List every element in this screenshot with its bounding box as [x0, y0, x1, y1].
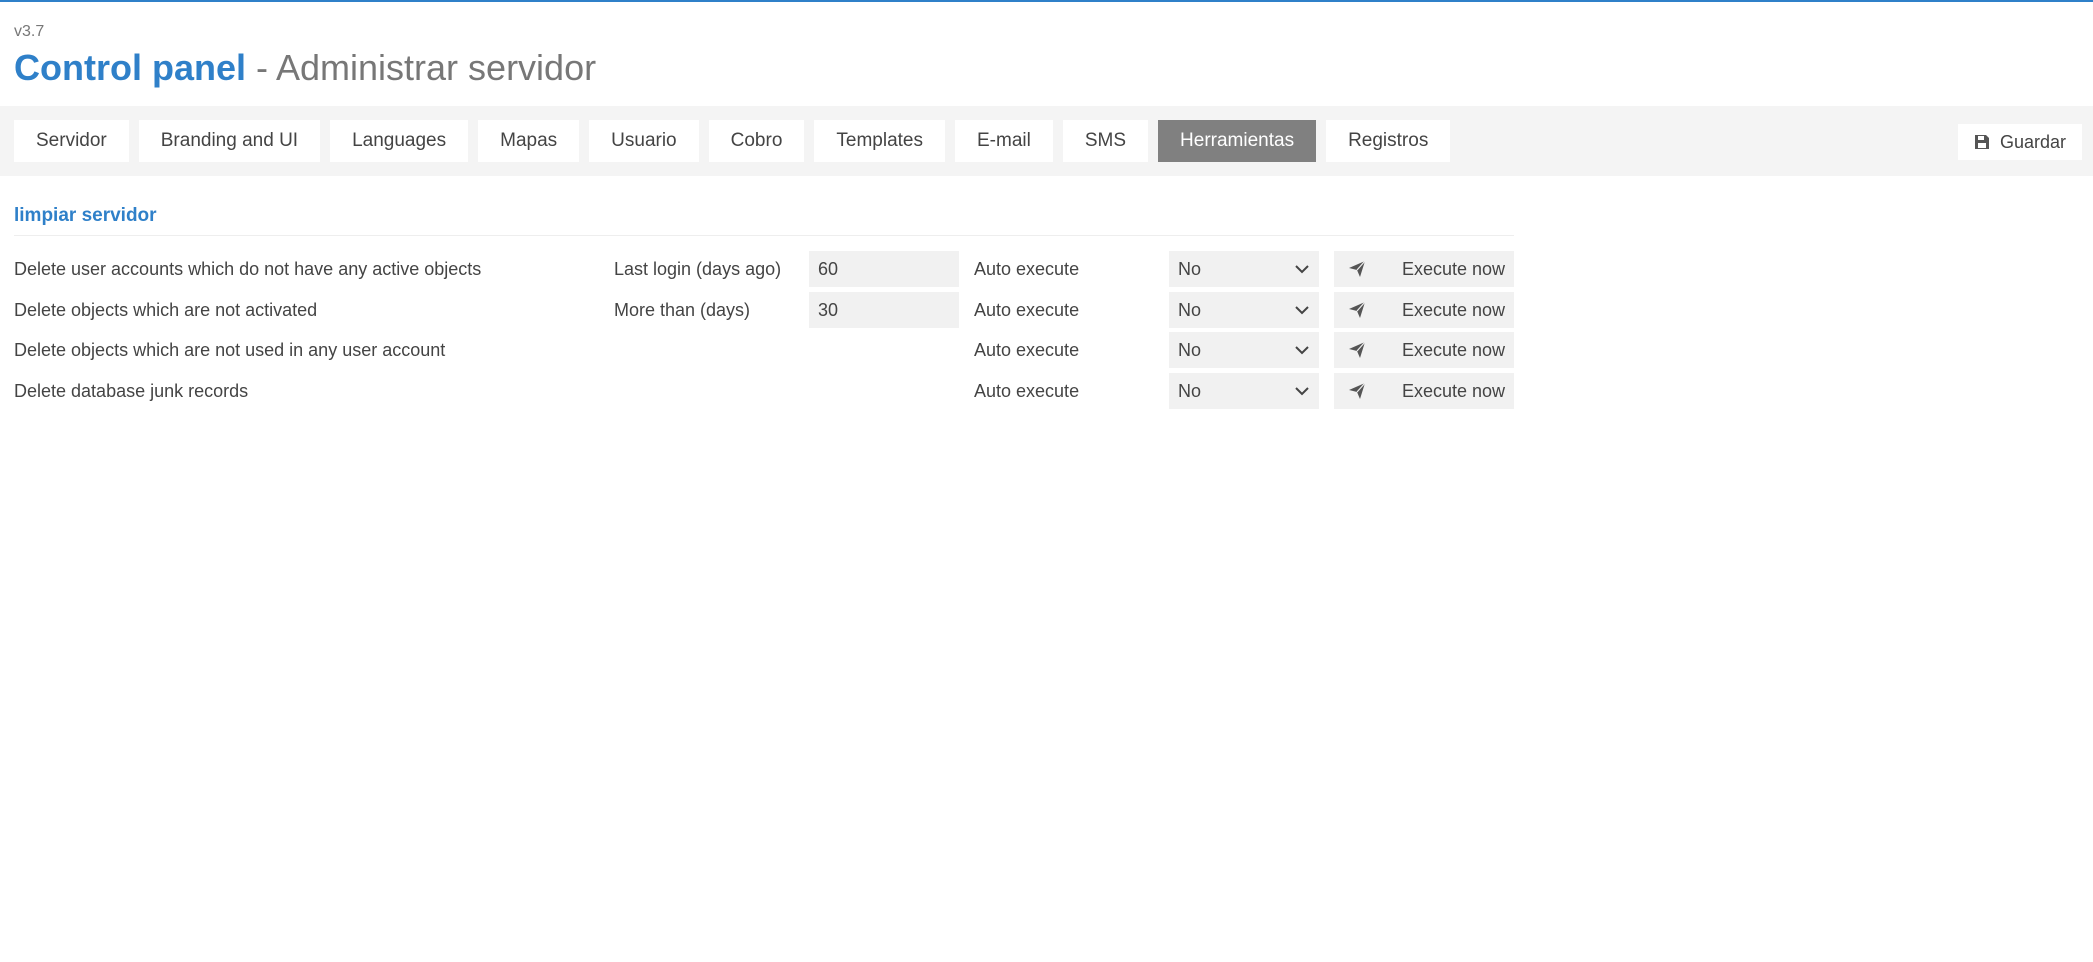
cleanup-row-unused-objects: Delete objects which are not used in any…	[14, 332, 1514, 368]
tab-languages[interactable]: Languages	[330, 120, 469, 162]
cleanup-row-junk-records: Delete database junk records Auto execut…	[14, 373, 1514, 409]
paper-plane-icon	[1349, 301, 1366, 318]
page-header: v3.7 Control panel - Administrar servido…	[14, 22, 596, 90]
auto-execute-select[interactable]: No	[1169, 292, 1319, 328]
save-button-label: Guardar	[1999, 131, 2066, 152]
auto-execute-label: Auto execute	[974, 300, 1080, 320]
auto-execute-value: No	[1178, 339, 1202, 360]
auto-execute-select[interactable]: No	[1169, 373, 1319, 409]
paper-plane-icon	[1349, 341, 1366, 358]
chevron-down-icon	[1295, 346, 1309, 355]
row-param-label: Last login (days ago)	[614, 259, 782, 279]
execute-now-label: Execute now	[1402, 299, 1506, 320]
cleanup-row-unactivated-objects: Delete objects which are not activated M…	[14, 292, 1514, 328]
tab-cobro[interactable]: Cobro	[708, 120, 805, 162]
chevron-down-icon	[1295, 306, 1309, 315]
top-accent-line	[0, 0, 2093, 2]
section-divider	[14, 235, 1514, 236]
floppy-disk-icon	[1974, 135, 1989, 149]
page-title-brand: Control panel	[14, 47, 246, 88]
auto-execute-value: No	[1178, 258, 1202, 279]
tab-list: Servidor Branding and UI Languages Mapas…	[14, 120, 1451, 162]
auto-execute-label: Auto execute	[974, 340, 1080, 360]
tab-sms[interactable]: SMS	[1062, 120, 1149, 162]
row-param-label: More than (days)	[614, 300, 751, 320]
tab-mapas[interactable]: Mapas	[478, 120, 580, 162]
auto-execute-select[interactable]: No	[1169, 332, 1319, 368]
execute-now-label: Execute now	[1402, 258, 1506, 279]
auto-execute-label: Auto execute	[974, 381, 1080, 401]
cleanup-row-inactive-users: Delete user accounts which do not have a…	[14, 251, 1514, 287]
row-description: Delete database junk records	[14, 381, 249, 401]
tab-servidor[interactable]: Servidor	[14, 120, 129, 162]
section-title: limpiar servidor	[14, 205, 157, 226]
tab-e-mail[interactable]: E-mail	[955, 120, 1053, 162]
row-description: Delete objects which are not activated	[14, 300, 318, 320]
tab-templates[interactable]: Templates	[814, 120, 945, 162]
auto-execute-label: Auto execute	[974, 259, 1080, 279]
tab-bar: Servidor Branding and UI Languages Mapas…	[0, 106, 2093, 176]
execute-now-label: Execute now	[1402, 380, 1506, 401]
execute-now-button[interactable]: Execute now	[1334, 251, 1514, 287]
execute-now-label: Execute now	[1402, 339, 1506, 360]
execute-now-button[interactable]: Execute now	[1334, 332, 1514, 368]
paper-plane-icon	[1349, 260, 1366, 277]
auto-execute-value: No	[1178, 299, 1202, 320]
chevron-down-icon	[1295, 265, 1309, 274]
execute-now-button[interactable]: Execute now	[1334, 373, 1514, 409]
row-description: Delete objects which are not used in any…	[14, 340, 446, 360]
tab-registros[interactable]: Registros	[1326, 120, 1451, 162]
save-button[interactable]: Guardar	[1957, 124, 2082, 160]
paper-plane-icon	[1349, 382, 1366, 399]
version-label: v3.7	[14, 23, 45, 40]
chevron-down-icon	[1295, 387, 1309, 396]
row-description: Delete user accounts which do not have a…	[14, 259, 482, 279]
page-title-subtitle: - Administrar servidor	[246, 47, 597, 88]
more-than-days-input[interactable]	[809, 292, 959, 328]
execute-now-button[interactable]: Execute now	[1334, 292, 1514, 328]
tab-branding-and-ui[interactable]: Branding and UI	[138, 120, 321, 162]
last-login-days-input[interactable]	[809, 251, 959, 287]
auto-execute-value: No	[1178, 380, 1202, 401]
tab-usuario[interactable]: Usuario	[589, 120, 699, 162]
auto-execute-select[interactable]: No	[1169, 251, 1319, 287]
tab-herramientas[interactable]: Herramientas	[1158, 120, 1317, 162]
page-title: Control panel - Administrar servidor	[14, 46, 596, 90]
